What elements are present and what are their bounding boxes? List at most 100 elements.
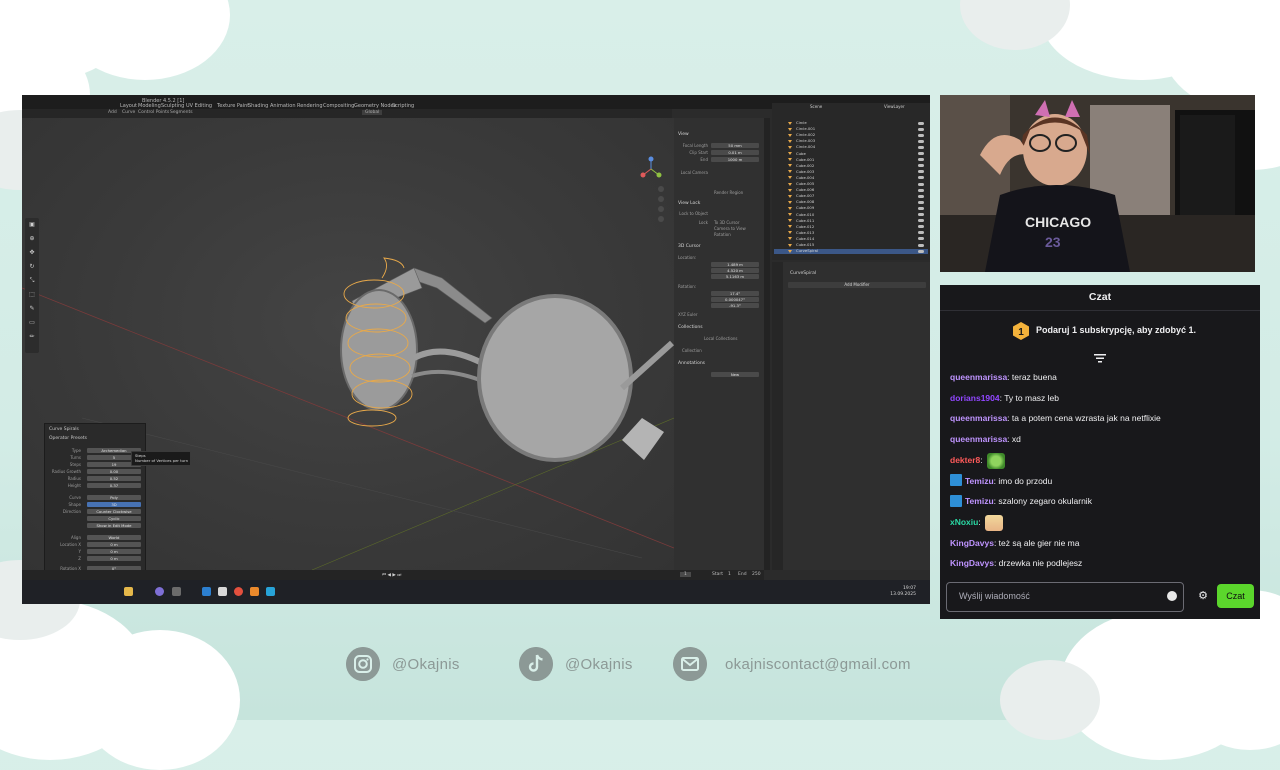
scene-selector[interactable]: Scene [810, 104, 822, 109]
cursor-tool-icon[interactable]: ⊕ [28, 236, 36, 243]
outliner-item[interactable]: CurveSpiral [774, 249, 928, 254]
collections-header[interactable]: Collections [678, 325, 703, 330]
gear-icon[interactable]: ⚙ [1197, 590, 1209, 602]
folder-icon[interactable] [124, 587, 133, 596]
visibility-eye-icon[interactable] [918, 176, 924, 180]
app-icon[interactable] [266, 587, 275, 596]
view-layer-selector[interactable]: ViewLayer [884, 104, 905, 109]
visibility-eye-icon[interactable] [918, 152, 924, 155]
visibility-eye-icon[interactable] [918, 139, 924, 143]
visibility-eye-icon[interactable] [918, 237, 924, 241]
outliner-item[interactable]: Cube.015 [774, 242, 928, 248]
start-field[interactable]: 1 [728, 572, 731, 577]
focal-length-field[interactable]: 50 mm [711, 143, 759, 148]
chat-username[interactable]: xNoxiu [950, 517, 978, 527]
outliner-item[interactable]: Cube.012 [774, 224, 928, 230]
visibility-eye-icon[interactable] [918, 249, 924, 253]
visibility-eye-icon[interactable] [918, 170, 924, 174]
view-header[interactable]: View [678, 132, 689, 137]
visibility-eye-icon[interactable] [918, 225, 924, 229]
cursor-loc-y-field[interactable]: 4.520 m [711, 268, 759, 273]
outliner-item[interactable]: Circle [774, 120, 928, 126]
chat-send-button[interactable]: Czat [1217, 584, 1254, 608]
outliner-item[interactable]: Cube.010 [774, 212, 928, 218]
header-curve[interactable]: Curve [122, 110, 135, 115]
visibility-eye-icon[interactable] [918, 121, 924, 125]
obs-icon[interactable] [234, 587, 243, 596]
outliner-item[interactable]: Cube.005 [774, 181, 928, 187]
add-modifier-button[interactable]: Add Modifier [788, 282, 926, 288]
outliner-item[interactable]: Circle.004 [774, 145, 928, 150]
operator-row-field[interactable]: 0 m [87, 556, 141, 561]
sidebar-tabs[interactable] [764, 118, 770, 570]
visibility-eye-icon[interactable] [918, 182, 924, 186]
scale-tool-icon[interactable]: ⤡ [28, 278, 36, 285]
operator-row-field[interactable]: 0 m [87, 549, 141, 554]
chat-username[interactable]: dorians1904 [950, 393, 1000, 403]
visibility-eye-icon[interactable] [918, 243, 924, 247]
outliner-item[interactable]: Circle.002 [774, 133, 928, 138]
chat-input[interactable]: Wyślij wiadomość [946, 582, 1184, 612]
camera-to-view-checkbox[interactable]: Camera to View [714, 226, 746, 231]
chat-username[interactable]: KingDavys [950, 538, 994, 548]
operator-row-field[interactable]: 0.52 [87, 476, 141, 481]
rotate-tool-icon[interactable]: ↻ [28, 264, 36, 271]
outliner-item[interactable]: Cube.007 [774, 194, 928, 199]
current-frame-field[interactable]: 1 [680, 572, 691, 577]
render-region-checkbox[interactable]: Render Region [714, 190, 746, 195]
header-segments[interactable]: Segments [170, 110, 193, 115]
outliner-item[interactable]: Cube.006 [774, 188, 928, 193]
app-icon[interactable] [218, 587, 227, 596]
header-control-points[interactable]: Control Points [138, 110, 169, 115]
operator-row-field[interactable]: 0 m [87, 542, 141, 547]
operator-row-field[interactable]: Show in Edit Mode [87, 523, 141, 528]
visibility-eye-icon[interactable] [918, 158, 924, 162]
visibility-eye-icon[interactable] [918, 188, 924, 192]
outliner-item[interactable]: Cube.013 [774, 230, 928, 236]
rotation-mode-dropdown[interactable]: XYZ Euler [678, 312, 710, 317]
annotate-tool-icon[interactable]: ✎ [28, 306, 36, 313]
operator-presets[interactable]: Operator Presets [49, 436, 87, 441]
select-tool-icon[interactable]: ▣ [28, 222, 36, 229]
clip-start-field[interactable]: 0.01 m [711, 150, 759, 155]
outliner-item[interactable]: Cube.014 [774, 236, 928, 242]
view-lock-header[interactable]: View Lock [678, 201, 700, 206]
outliner-item[interactable]: Cube.001 [774, 157, 928, 163]
outliner-item[interactable]: Cube.003 [774, 169, 928, 175]
chat-username[interactable]: queenmarissa [950, 372, 1007, 382]
operator-row-field[interactable]: 0.37 [87, 483, 141, 488]
chat-username[interactable]: Temizu [965, 496, 994, 506]
operator-row-field[interactable]: World [87, 535, 141, 540]
collection-item[interactable]: Collection [682, 348, 714, 353]
cursor-rot-y-field[interactable]: 0.000047° [711, 297, 759, 302]
orientation-dropdown[interactable]: Global [362, 110, 383, 115]
visibility-eye-icon[interactable] [918, 127, 924, 131]
emoji-icon[interactable] [1167, 591, 1177, 601]
discord-icon[interactable] [155, 587, 164, 596]
app-icon[interactable] [172, 587, 181, 596]
chat-username[interactable]: queenmarissa [950, 413, 1007, 423]
visibility-eye-icon[interactable] [918, 145, 924, 149]
visibility-eye-icon[interactable] [918, 133, 924, 137]
annotations-new-button[interactable]: New [711, 372, 759, 377]
operator-row-field[interactable]: Counter Clockwise [87, 509, 141, 514]
operator-row-field[interactable]: 0.00 [87, 469, 141, 474]
local-collections-checkbox[interactable]: Local Collections [704, 336, 754, 341]
operator-row-field[interactable]: Cyclic [87, 516, 141, 521]
visibility-eye-icon[interactable] [918, 213, 924, 216]
properties-tabs[interactable] [772, 262, 783, 570]
3d-viewport[interactable]: ▣ ⊕ ✥ ↻ ⤡ ⬚ ✎ ▭ ✏ Curve Spirals Operator… [22, 118, 674, 591]
end-field[interactable]: 250 [752, 572, 761, 577]
draw-tool-icon[interactable]: ✏ [28, 334, 36, 341]
cursor-loc-z-field[interactable]: 5.1163 m [711, 274, 759, 279]
edge-icon[interactable] [202, 587, 211, 596]
operator-row-field[interactable]: 3D [87, 502, 141, 507]
cursor-rot-z-field[interactable]: -91.3° [711, 303, 759, 308]
visibility-eye-icon[interactable] [918, 231, 924, 235]
annotations-header[interactable]: Annotations [678, 361, 705, 366]
visibility-eye-icon[interactable] [918, 194, 924, 198]
outliner-item[interactable]: Cube.008 [774, 200, 928, 205]
cursor-rot-x-field[interactable]: 17.4° [711, 291, 759, 296]
chat-username[interactable]: queenmarissa [950, 434, 1007, 444]
playback-controls[interactable]: ⏮ ◀ ▶ ⏭ [382, 572, 401, 578]
